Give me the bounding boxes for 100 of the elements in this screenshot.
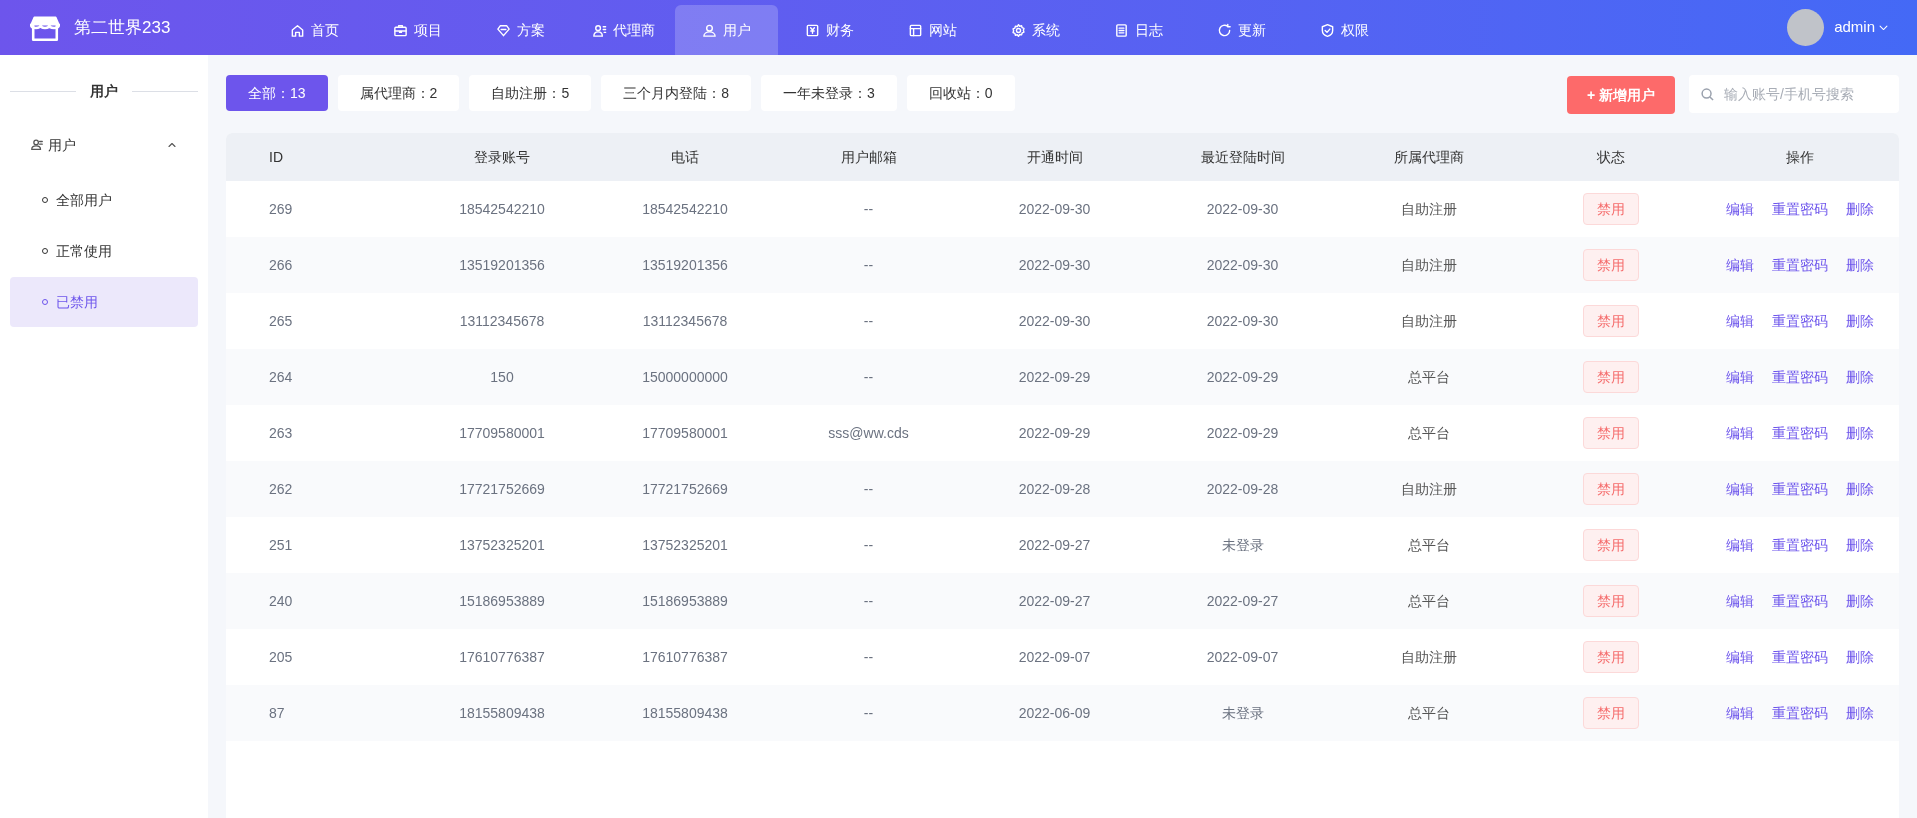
action-link[interactable]: 重置密码 (1772, 254, 1828, 276)
nav-tab[interactable]: 网站 (881, 5, 984, 55)
nav-tab[interactable]: 更新 (1190, 5, 1293, 55)
briefcase-icon (393, 22, 408, 38)
nav-tab[interactable]: 权限 (1293, 5, 1396, 55)
table-cell-text: 17721752669 (458, 479, 546, 499)
filter-tab[interactable]: 全部：13 (226, 75, 328, 111)
column-header: 状态 (1596, 147, 1626, 167)
table-cell-text: -- (862, 367, 875, 387)
table-cell-text: 13112345678 (458, 311, 546, 331)
action-link[interactable]: 删除 (1846, 310, 1874, 332)
refresh-icon (1217, 22, 1232, 38)
nav-tab[interactable]: 财务 (778, 5, 881, 55)
action-link[interactable]: 删除 (1846, 254, 1874, 276)
table-cell-text: 自助注册 (1400, 311, 1458, 331)
table-cell-text: 未登录 (1220, 535, 1265, 555)
table-cell-text: 2022-06-09 (1017, 703, 1092, 723)
table-cell-text: 17721752669 (641, 479, 729, 499)
filter-tab[interactable]: 三个月内登陆：8 (601, 75, 751, 111)
status-badge: 禁用 (1583, 305, 1639, 337)
table-cell-text: 18155809438 (458, 703, 546, 723)
action-link[interactable]: 编辑 (1726, 478, 1754, 500)
table-cell-text: 17709580001 (458, 423, 546, 443)
action-link[interactable]: 删除 (1846, 366, 1874, 388)
yen-icon (805, 22, 820, 38)
action-link[interactable]: 删除 (1846, 198, 1874, 220)
action-link[interactable]: 重置密码 (1772, 702, 1828, 724)
table-cell-text: 205 (268, 647, 294, 667)
status-badge: 禁用 (1583, 361, 1639, 393)
user-icon (702, 22, 717, 38)
action-link[interactable]: 删除 (1846, 646, 1874, 668)
nav-tab[interactable]: 项目 (366, 5, 469, 55)
search-field[interactable]: 输入账号/手机号搜索 (1689, 75, 1899, 113)
table-cell-text: 150 (489, 367, 515, 387)
sidebar-item[interactable]: 已禁用 (10, 277, 198, 327)
action-link[interactable]: 重置密码 (1772, 646, 1828, 668)
action-link[interactable]: 编辑 (1726, 254, 1754, 276)
action-link[interactable]: 重置密码 (1772, 478, 1828, 500)
action-link[interactable]: 删除 (1846, 422, 1874, 444)
table-cell-text: 266 (268, 255, 294, 275)
table-cell-text: 自助注册 (1400, 255, 1458, 275)
status-badge: 禁用 (1583, 697, 1639, 729)
table-cell-text: 总平台 (1407, 367, 1451, 387)
column-header: 最近登陆时间 (1199, 147, 1286, 167)
filter-tab[interactable]: 回收站：0 (906, 75, 1015, 111)
diamond-icon (496, 22, 511, 38)
action-link[interactable]: 编辑 (1726, 646, 1754, 668)
table-cell-text: -- (862, 255, 875, 275)
filter-tab[interactable]: 自助注册：5 (469, 75, 592, 111)
action-link[interactable]: 删除 (1846, 702, 1874, 724)
table-cell-text: 2022-09-27 (1205, 591, 1280, 611)
table-cell-text: 2022-09-27 (1017, 591, 1092, 611)
status-badge: 禁用 (1583, 193, 1639, 225)
table-cell-text: 264 (268, 367, 294, 387)
sidebar-title: 用户 (90, 81, 118, 101)
sidebar-item[interactable]: 全部用户 (10, 175, 198, 225)
search-icon (1701, 88, 1714, 101)
action-link[interactable]: 编辑 (1726, 198, 1754, 220)
action-link[interactable]: 重置密码 (1772, 534, 1828, 556)
table-cell-text: 2022-09-30 (1017, 255, 1092, 275)
sidebar-group[interactable]: 用户 (10, 125, 198, 165)
column-header: 电话 (670, 147, 700, 167)
action-link[interactable]: 重置密码 (1772, 422, 1828, 444)
user-menu[interactable]: admin (1834, 16, 1889, 39)
table-cell-text: 2022-09-28 (1205, 479, 1280, 499)
action-link[interactable]: 编辑 (1726, 702, 1754, 724)
status-badge: 禁用 (1583, 585, 1639, 617)
action-link[interactable]: 重置密码 (1772, 198, 1828, 220)
column-header: 操作 (1785, 147, 1815, 167)
action-link[interactable]: 删除 (1846, 534, 1874, 556)
table-cell-text: 15000000000 (641, 367, 729, 387)
action-link[interactable]: 编辑 (1726, 590, 1754, 612)
add-user-button[interactable]: + 新增用户 (1566, 76, 1675, 114)
action-link[interactable]: 编辑 (1726, 366, 1754, 388)
action-link[interactable]: 编辑 (1726, 310, 1754, 332)
action-link[interactable]: 编辑 (1726, 422, 1754, 444)
action-link[interactable]: 编辑 (1726, 534, 1754, 556)
nav-tab[interactable]: 日志 (1087, 5, 1190, 55)
table-cell-text: 总平台 (1407, 703, 1451, 723)
shield-icon (1320, 22, 1335, 38)
filter-tab[interactable]: 一年未登录：3 (760, 75, 897, 111)
nav-tab[interactable]: 用户 (675, 5, 778, 55)
nav-tab[interactable]: 方案 (469, 5, 572, 55)
home-icon (290, 22, 305, 38)
table-cell-text: 总平台 (1407, 423, 1451, 443)
document-icon (1114, 22, 1129, 38)
action-link[interactable]: 重置密码 (1772, 590, 1828, 612)
nav-tab[interactable]: 首页 (263, 5, 366, 55)
action-link[interactable]: 删除 (1846, 590, 1874, 612)
table-cell-text: -- (862, 311, 875, 331)
action-link[interactable]: 重置密码 (1772, 310, 1828, 332)
sidebar-item[interactable]: 正常使用 (10, 226, 198, 276)
table-cell-text: 未登录 (1220, 703, 1265, 723)
action-link[interactable]: 删除 (1846, 478, 1874, 500)
table-cell-text: 240 (268, 591, 294, 611)
filter-tab[interactable]: 属代理商：2 (337, 75, 460, 111)
nav-tab[interactable]: 代理商 (572, 5, 675, 55)
action-link[interactable]: 重置密码 (1772, 366, 1828, 388)
status-badge: 禁用 (1583, 473, 1639, 505)
nav-tab[interactable]: 系统 (984, 5, 1087, 55)
